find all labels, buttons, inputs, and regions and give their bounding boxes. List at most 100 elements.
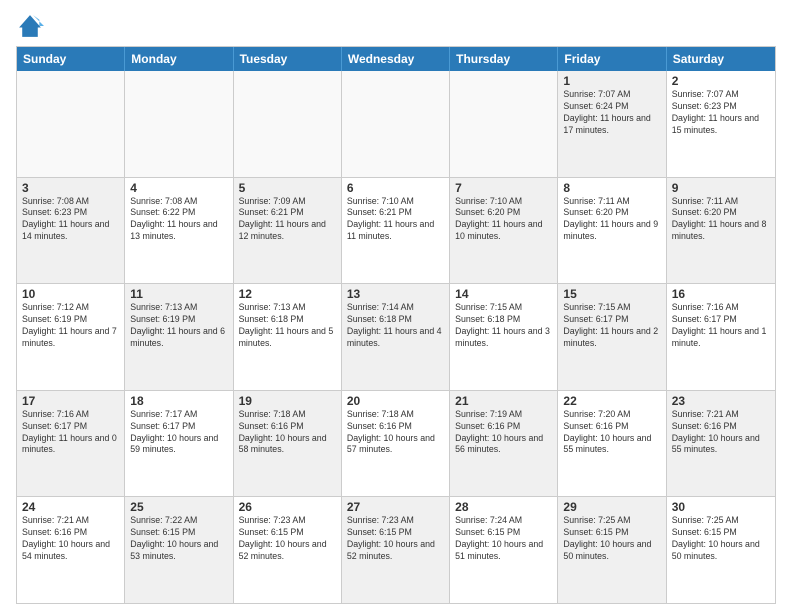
calendar-cell: 5Sunrise: 7:09 AM Sunset: 6:21 PM Daylig… bbox=[234, 178, 342, 284]
day-info: Sunrise: 7:25 AM Sunset: 6:15 PM Dayligh… bbox=[563, 515, 660, 563]
calendar-cell: 25Sunrise: 7:22 AM Sunset: 6:15 PM Dayli… bbox=[125, 497, 233, 603]
calendar-cell: 11Sunrise: 7:13 AM Sunset: 6:19 PM Dayli… bbox=[125, 284, 233, 390]
calendar-cell: 18Sunrise: 7:17 AM Sunset: 6:17 PM Dayli… bbox=[125, 391, 233, 497]
calendar-cell bbox=[17, 71, 125, 177]
calendar-cell: 29Sunrise: 7:25 AM Sunset: 6:15 PM Dayli… bbox=[558, 497, 666, 603]
calendar-cell: 24Sunrise: 7:21 AM Sunset: 6:16 PM Dayli… bbox=[17, 497, 125, 603]
calendar-cell: 28Sunrise: 7:24 AM Sunset: 6:15 PM Dayli… bbox=[450, 497, 558, 603]
calendar-cell bbox=[125, 71, 233, 177]
header bbox=[16, 12, 776, 40]
weekday-header: Friday bbox=[558, 47, 666, 71]
day-number: 26 bbox=[239, 500, 336, 514]
day-info: Sunrise: 7:18 AM Sunset: 6:16 PM Dayligh… bbox=[239, 409, 336, 457]
calendar-cell: 19Sunrise: 7:18 AM Sunset: 6:16 PM Dayli… bbox=[234, 391, 342, 497]
day-info: Sunrise: 7:15 AM Sunset: 6:18 PM Dayligh… bbox=[455, 302, 552, 350]
day-info: Sunrise: 7:07 AM Sunset: 6:23 PM Dayligh… bbox=[672, 89, 770, 137]
calendar-cell: 13Sunrise: 7:14 AM Sunset: 6:18 PM Dayli… bbox=[342, 284, 450, 390]
calendar: SundayMondayTuesdayWednesdayThursdayFrid… bbox=[16, 46, 776, 604]
calendar-body: 1Sunrise: 7:07 AM Sunset: 6:24 PM Daylig… bbox=[17, 71, 775, 603]
day-number: 3 bbox=[22, 181, 119, 195]
day-number: 22 bbox=[563, 394, 660, 408]
day-number: 9 bbox=[672, 181, 770, 195]
day-number: 12 bbox=[239, 287, 336, 301]
calendar-cell bbox=[342, 71, 450, 177]
day-info: Sunrise: 7:14 AM Sunset: 6:18 PM Dayligh… bbox=[347, 302, 444, 350]
day-number: 14 bbox=[455, 287, 552, 301]
logo bbox=[16, 12, 48, 40]
day-number: 19 bbox=[239, 394, 336, 408]
calendar-row: 3Sunrise: 7:08 AM Sunset: 6:23 PM Daylig… bbox=[17, 177, 775, 284]
day-number: 6 bbox=[347, 181, 444, 195]
weekday-header: Sunday bbox=[17, 47, 125, 71]
calendar-cell: 21Sunrise: 7:19 AM Sunset: 6:16 PM Dayli… bbox=[450, 391, 558, 497]
day-number: 5 bbox=[239, 181, 336, 195]
calendar-cell: 26Sunrise: 7:23 AM Sunset: 6:15 PM Dayli… bbox=[234, 497, 342, 603]
calendar-row: 24Sunrise: 7:21 AM Sunset: 6:16 PM Dayli… bbox=[17, 496, 775, 603]
day-info: Sunrise: 7:12 AM Sunset: 6:19 PM Dayligh… bbox=[22, 302, 119, 350]
day-info: Sunrise: 7:21 AM Sunset: 6:16 PM Dayligh… bbox=[22, 515, 119, 563]
weekday-header: Wednesday bbox=[342, 47, 450, 71]
day-info: Sunrise: 7:13 AM Sunset: 6:19 PM Dayligh… bbox=[130, 302, 227, 350]
page: SundayMondayTuesdayWednesdayThursdayFrid… bbox=[0, 0, 792, 612]
calendar-row: 1Sunrise: 7:07 AM Sunset: 6:24 PM Daylig… bbox=[17, 71, 775, 177]
weekday-header: Tuesday bbox=[234, 47, 342, 71]
calendar-cell bbox=[234, 71, 342, 177]
day-info: Sunrise: 7:10 AM Sunset: 6:21 PM Dayligh… bbox=[347, 196, 444, 244]
day-number: 11 bbox=[130, 287, 227, 301]
day-info: Sunrise: 7:23 AM Sunset: 6:15 PM Dayligh… bbox=[347, 515, 444, 563]
calendar-cell: 14Sunrise: 7:15 AM Sunset: 6:18 PM Dayli… bbox=[450, 284, 558, 390]
day-number: 18 bbox=[130, 394, 227, 408]
calendar-cell: 15Sunrise: 7:15 AM Sunset: 6:17 PM Dayli… bbox=[558, 284, 666, 390]
calendar-cell: 4Sunrise: 7:08 AM Sunset: 6:22 PM Daylig… bbox=[125, 178, 233, 284]
calendar-cell: 3Sunrise: 7:08 AM Sunset: 6:23 PM Daylig… bbox=[17, 178, 125, 284]
day-info: Sunrise: 7:21 AM Sunset: 6:16 PM Dayligh… bbox=[672, 409, 770, 457]
day-info: Sunrise: 7:19 AM Sunset: 6:16 PM Dayligh… bbox=[455, 409, 552, 457]
day-info: Sunrise: 7:18 AM Sunset: 6:16 PM Dayligh… bbox=[347, 409, 444, 457]
weekday-header: Saturday bbox=[667, 47, 775, 71]
day-number: 8 bbox=[563, 181, 660, 195]
day-info: Sunrise: 7:20 AM Sunset: 6:16 PM Dayligh… bbox=[563, 409, 660, 457]
day-number: 23 bbox=[672, 394, 770, 408]
calendar-cell: 9Sunrise: 7:11 AM Sunset: 6:20 PM Daylig… bbox=[667, 178, 775, 284]
logo-icon bbox=[16, 12, 44, 40]
day-number: 1 bbox=[563, 74, 660, 88]
weekday-header: Monday bbox=[125, 47, 233, 71]
calendar-cell: 2Sunrise: 7:07 AM Sunset: 6:23 PM Daylig… bbox=[667, 71, 775, 177]
calendar-cell: 7Sunrise: 7:10 AM Sunset: 6:20 PM Daylig… bbox=[450, 178, 558, 284]
calendar-header: SundayMondayTuesdayWednesdayThursdayFrid… bbox=[17, 47, 775, 71]
day-number: 24 bbox=[22, 500, 119, 514]
day-number: 29 bbox=[563, 500, 660, 514]
day-info: Sunrise: 7:23 AM Sunset: 6:15 PM Dayligh… bbox=[239, 515, 336, 563]
day-info: Sunrise: 7:08 AM Sunset: 6:23 PM Dayligh… bbox=[22, 196, 119, 244]
calendar-cell: 10Sunrise: 7:12 AM Sunset: 6:19 PM Dayli… bbox=[17, 284, 125, 390]
day-number: 27 bbox=[347, 500, 444, 514]
day-info: Sunrise: 7:10 AM Sunset: 6:20 PM Dayligh… bbox=[455, 196, 552, 244]
day-info: Sunrise: 7:22 AM Sunset: 6:15 PM Dayligh… bbox=[130, 515, 227, 563]
calendar-cell: 20Sunrise: 7:18 AM Sunset: 6:16 PM Dayli… bbox=[342, 391, 450, 497]
day-info: Sunrise: 7:07 AM Sunset: 6:24 PM Dayligh… bbox=[563, 89, 660, 137]
day-number: 25 bbox=[130, 500, 227, 514]
calendar-row: 17Sunrise: 7:16 AM Sunset: 6:17 PM Dayli… bbox=[17, 390, 775, 497]
calendar-cell bbox=[450, 71, 558, 177]
calendar-cell: 16Sunrise: 7:16 AM Sunset: 6:17 PM Dayli… bbox=[667, 284, 775, 390]
day-info: Sunrise: 7:17 AM Sunset: 6:17 PM Dayligh… bbox=[130, 409, 227, 457]
calendar-cell: 22Sunrise: 7:20 AM Sunset: 6:16 PM Dayli… bbox=[558, 391, 666, 497]
day-info: Sunrise: 7:16 AM Sunset: 6:17 PM Dayligh… bbox=[672, 302, 770, 350]
day-info: Sunrise: 7:13 AM Sunset: 6:18 PM Dayligh… bbox=[239, 302, 336, 350]
day-number: 7 bbox=[455, 181, 552, 195]
day-info: Sunrise: 7:08 AM Sunset: 6:22 PM Dayligh… bbox=[130, 196, 227, 244]
day-number: 30 bbox=[672, 500, 770, 514]
day-info: Sunrise: 7:11 AM Sunset: 6:20 PM Dayligh… bbox=[672, 196, 770, 244]
day-number: 17 bbox=[22, 394, 119, 408]
day-info: Sunrise: 7:16 AM Sunset: 6:17 PM Dayligh… bbox=[22, 409, 119, 457]
day-number: 4 bbox=[130, 181, 227, 195]
day-info: Sunrise: 7:11 AM Sunset: 6:20 PM Dayligh… bbox=[563, 196, 660, 244]
day-number: 16 bbox=[672, 287, 770, 301]
weekday-header: Thursday bbox=[450, 47, 558, 71]
calendar-cell: 17Sunrise: 7:16 AM Sunset: 6:17 PM Dayli… bbox=[17, 391, 125, 497]
calendar-row: 10Sunrise: 7:12 AM Sunset: 6:19 PM Dayli… bbox=[17, 283, 775, 390]
calendar-cell: 8Sunrise: 7:11 AM Sunset: 6:20 PM Daylig… bbox=[558, 178, 666, 284]
calendar-cell: 30Sunrise: 7:25 AM Sunset: 6:15 PM Dayli… bbox=[667, 497, 775, 603]
calendar-cell: 27Sunrise: 7:23 AM Sunset: 6:15 PM Dayli… bbox=[342, 497, 450, 603]
day-number: 20 bbox=[347, 394, 444, 408]
